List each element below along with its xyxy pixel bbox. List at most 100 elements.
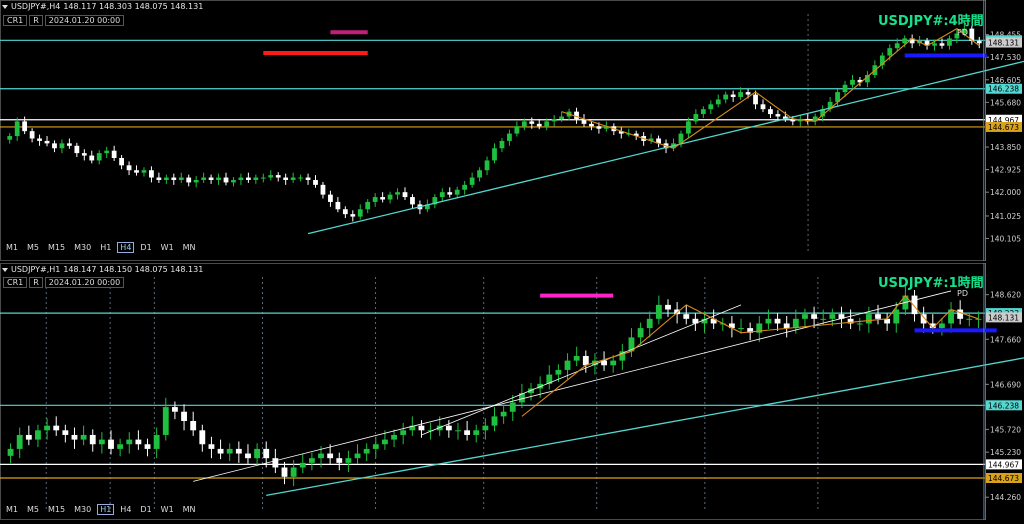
dropdown-icon[interactable] <box>2 267 8 272</box>
candle-body <box>447 192 453 195</box>
candle-body <box>354 453 361 459</box>
candle-body <box>473 430 480 435</box>
tf-h1-button[interactable]: H1 <box>97 242 114 253</box>
candle-body <box>16 434 23 449</box>
price-label: 148.131 <box>988 313 1019 322</box>
dropdown-icon[interactable] <box>2 4 8 9</box>
candle-body <box>126 165 132 171</box>
candle-body <box>957 309 964 319</box>
candle-body <box>887 48 893 56</box>
candle-body <box>350 214 356 217</box>
candle-body <box>217 448 224 454</box>
candle-body <box>134 170 139 173</box>
candle-body <box>290 467 297 477</box>
candle-body <box>52 143 57 149</box>
tf-m30-button[interactable]: M30 <box>71 504 94 515</box>
chart-h4[interactable]: 148.455147.530146.605145.680144.755143.8… <box>0 0 1024 261</box>
candle-body <box>117 444 124 449</box>
r-label[interactable]: R <box>29 277 43 288</box>
candle-body <box>462 184 468 190</box>
candle-body <box>966 318 973 320</box>
tf-h4-button[interactable]: H4 <box>117 242 135 253</box>
symbol-label: USDJPY#,H4 <box>11 2 61 11</box>
tf-h1-button[interactable]: H1 <box>97 504 115 515</box>
candle-body <box>469 177 475 185</box>
tf-w1-button[interactable]: W1 <box>158 242 177 253</box>
candle-body <box>573 355 580 361</box>
chart-h4-canvas[interactable]: 148.455147.530146.605145.680144.755143.8… <box>0 0 1024 261</box>
candle-body <box>507 133 512 141</box>
candle-body <box>850 79 855 85</box>
chart-h1-header: USDJPY#,H1 148.147 148.150 148.075 148.1… <box>2 265 203 274</box>
candle-body <box>372 197 378 202</box>
tf-w1-button[interactable]: W1 <box>158 504 177 515</box>
candle-body <box>171 407 178 412</box>
candle-body <box>765 318 772 324</box>
tf-m5-button[interactable]: M5 <box>24 504 42 515</box>
candle-body <box>665 304 671 310</box>
chart-h1[interactable]: 148.620 147.660 146.690 145.720 145.230 144.2… <box>0 263 1024 520</box>
tf-m1-button[interactable]: M1 <box>3 242 21 253</box>
tf-m30-button[interactable]: M30 <box>71 242 94 253</box>
tf-mn-button[interactable]: MN <box>180 504 199 515</box>
ohlc-readout: 148.117 148.303 148.075 148.131 <box>63 2 204 11</box>
candle-body <box>181 411 187 422</box>
candle-body <box>911 295 918 315</box>
tf-d1-button[interactable]: D1 <box>137 504 154 515</box>
price-label: 146.238 <box>988 85 1019 94</box>
cr-label[interactable]: CR1 <box>3 15 28 26</box>
candle-body <box>89 155 95 161</box>
candle-body <box>610 360 617 366</box>
candle-body <box>775 114 781 117</box>
candle-body <box>328 194 333 202</box>
tf-m1-button[interactable]: M1 <box>3 504 21 515</box>
trendline <box>421 304 742 436</box>
candle-body <box>509 402 516 412</box>
candle-body <box>693 114 699 122</box>
candle-body <box>574 111 579 119</box>
candle-body <box>686 121 691 134</box>
candle-body <box>559 116 565 119</box>
candle-body <box>305 177 311 180</box>
tf-mn-button[interactable]: MN <box>180 242 199 253</box>
chart-title: USDJPY#:4時間 <box>878 14 984 29</box>
candle-body <box>345 458 352 463</box>
candle-body <box>81 153 87 156</box>
y-tick-label: 148.620 <box>990 291 1021 300</box>
candle-body <box>14 121 20 137</box>
tf-m15-button[interactable]: M15 <box>45 242 68 253</box>
candle-body <box>391 434 397 440</box>
y-tick-label: 140.105 <box>990 234 1021 243</box>
candle-body <box>178 177 184 180</box>
chart-h1-canvas[interactable]: 148.620 147.660 146.690 145.720 145.230 144.2… <box>0 263 1024 520</box>
candle-body <box>96 153 102 161</box>
candle-body <box>975 318 982 320</box>
tf-d1-button[interactable]: D1 <box>137 242 154 253</box>
candle-body <box>201 177 207 180</box>
tf-m5-button[interactable]: M5 <box>24 242 42 253</box>
candle-body <box>260 177 266 179</box>
candle-body <box>738 328 744 330</box>
candle-body <box>820 318 827 320</box>
candle-body <box>153 434 160 449</box>
r-label[interactable]: R <box>29 15 43 26</box>
candle-body <box>753 94 758 105</box>
candle-body <box>320 184 326 195</box>
price-label: 148.131 <box>988 39 1019 48</box>
candle-body <box>491 416 498 426</box>
tf-m15-button[interactable]: M15 <box>45 504 68 515</box>
candle-body <box>514 126 520 134</box>
candle-body <box>700 109 706 115</box>
candle-body <box>811 314 818 319</box>
crosshair-time: 2024.01.20 00:00 <box>44 277 125 288</box>
tf-h4-button[interactable]: H4 <box>117 504 134 515</box>
price-label: 144.673 <box>988 123 1019 132</box>
trendline <box>193 290 952 482</box>
candle-body <box>536 123 542 127</box>
cr-label[interactable]: CR1 <box>3 277 28 288</box>
candle-body <box>363 448 370 454</box>
timeframe-toolbar: M1 M5 M15 M30 H1 H4 D1 W1 MN <box>3 504 199 515</box>
y-tick-label: 143.850 <box>990 143 1021 152</box>
candle-body <box>529 121 535 124</box>
candle-body <box>44 425 51 431</box>
